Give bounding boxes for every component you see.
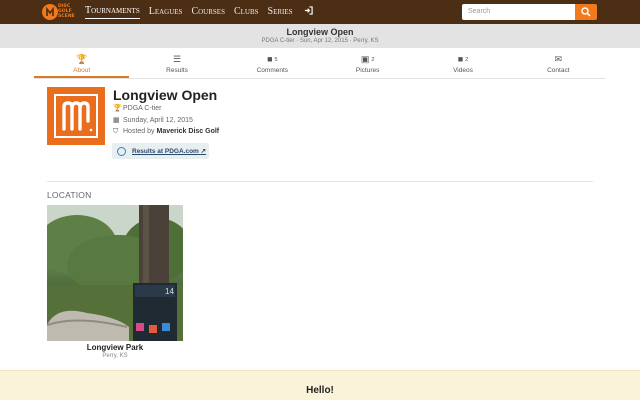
nav-series[interactable]: Series	[268, 6, 293, 19]
pdga-results-link[interactable]: Results at PDGA.com ↗	[112, 143, 209, 159]
comments-count: 5	[274, 56, 278, 63]
logo-wordmark: DISC GOLF SCENE	[58, 4, 75, 20]
location-place: Perry, KS	[102, 353, 128, 359]
video-icon: ■ 2	[457, 54, 469, 64]
envelope-icon: ✉	[554, 54, 563, 64]
tab-comments[interactable]: ■ 5 Comments	[225, 48, 320, 78]
location-heading: LOCATION	[47, 190, 92, 200]
event-title: Longview Open	[113, 87, 218, 103]
search-button[interactable]	[575, 4, 597, 20]
location-photo[interactable]: 14	[47, 205, 183, 341]
tab-videos-label: Videos	[453, 67, 473, 74]
pdga-results-label: Results at PDGA.com ↗	[132, 148, 207, 155]
globe-icon	[117, 147, 126, 156]
event-host-row: ⛉ Hosted by Maverick Disc Golf	[113, 128, 219, 136]
trophy-icon: 🏆	[76, 54, 88, 64]
shield-icon: ⛉	[113, 128, 119, 135]
nav-courses[interactable]: Courses	[191, 6, 225, 19]
band-event-subtitle: PDGA C-tier · Sun, Apr 12, 2015 · Perry,…	[261, 38, 379, 44]
hello-heading: Hello!	[306, 385, 334, 396]
tab-results[interactable]: ☰ Results	[129, 48, 224, 78]
event-date: Sunday, April 12, 2015	[123, 117, 193, 124]
calendar-icon: ▦	[113, 117, 120, 124]
site-logo[interactable]: DISC GOLF SCENE	[42, 3, 75, 21]
tab-results-label: Results	[166, 67, 188, 74]
trophy-icon: 🏆	[113, 105, 122, 112]
tab-contact-label: Contact	[547, 67, 570, 74]
external-link-icon: ↗	[200, 148, 207, 155]
location-name[interactable]: Longview Park	[47, 343, 183, 352]
tab-contact[interactable]: ✉ Contact	[511, 48, 606, 78]
nav-leagues[interactable]: Leagues	[149, 6, 183, 19]
nav-tournaments[interactable]: Tournaments	[85, 5, 140, 19]
tab-comments-label: Comments	[256, 67, 289, 74]
tab-pictures[interactable]: ▣ 2 Pictures	[320, 48, 415, 78]
event-date-row: ▦ Sunday, April 12, 2015	[113, 116, 193, 124]
tab-videos[interactable]: ■ 2 Videos	[415, 48, 510, 78]
tab-about[interactable]: 🏆 About	[34, 48, 130, 78]
sign-in-icon[interactable]	[304, 6, 313, 18]
top-navbar: DISC GOLF SCENE Tournaments Leagues Cour…	[0, 0, 640, 24]
pictures-count: 2	[371, 56, 375, 63]
event-club-logo	[47, 87, 105, 145]
section-divider	[47, 181, 593, 182]
search-icon	[581, 7, 591, 17]
disc-logo-icon	[42, 4, 58, 20]
tab-pictures-label: Pictures	[355, 67, 380, 74]
event-tier: PDGA C-tier	[123, 105, 162, 112]
hosted-by-label: Hosted by	[123, 128, 155, 135]
tee-sign-number: 14	[165, 287, 174, 296]
event-header-band: Longview Open PDGA C-tier · Sun, Apr 12,…	[0, 24, 640, 48]
nav-clubs[interactable]: Clubs	[234, 6, 259, 19]
search-input[interactable]: Search	[462, 4, 575, 20]
event-host-link[interactable]: Maverick Disc Golf	[156, 128, 219, 135]
list-icon: ☰	[172, 54, 182, 64]
videos-count: 2	[465, 56, 469, 63]
tab-about-label: About	[73, 67, 91, 74]
band-event-title: Longview Open	[286, 27, 354, 37]
picture-icon: ▣ 2	[360, 54, 375, 64]
event-tier-row: 🏆PDGA C-tier	[113, 104, 162, 112]
event-tabs: 🏆 About ☰ Results ■ 5 Comments ▣ 2 Picture…	[34, 48, 606, 79]
comment-icon: ■ 5	[267, 54, 278, 64]
